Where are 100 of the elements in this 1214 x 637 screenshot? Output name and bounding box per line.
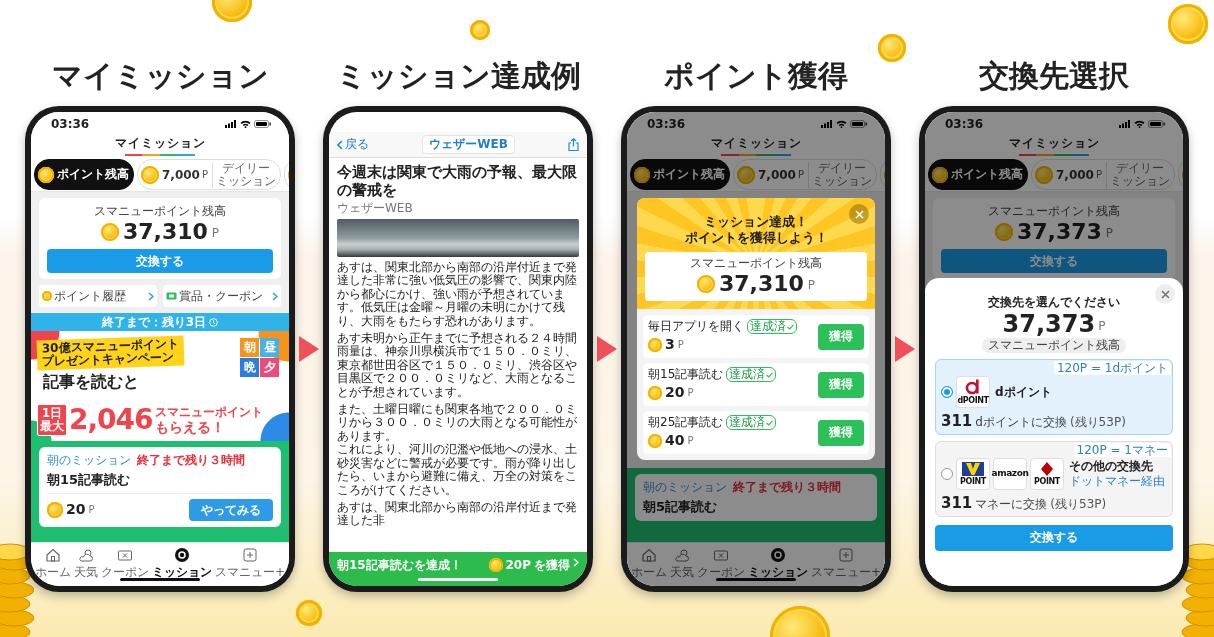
plus-icon (837, 547, 854, 563)
chevron-icon (272, 291, 278, 301)
filter-chip[interactable]: ポイント残高 (34, 159, 134, 190)
tab-bar-item[interactable]: 天気 (670, 547, 694, 580)
reward-points: 20 (66, 501, 86, 519)
menu-link[interactable]: ポイント履歴 (39, 285, 157, 307)
exchange-text: dポイントに交換 (975, 415, 1067, 430)
coin-icon (1168, 4, 1208, 44)
point-amount: 37,373 (1016, 218, 1102, 246)
tab-bar-item[interactable]: クーポン (100, 547, 149, 580)
status-time: 03:36 (647, 116, 686, 132)
back-icon (337, 139, 343, 150)
home-icon (45, 547, 61, 563)
campaign-ribbon: 30億スマニューポイント プレゼントキャンペーン (36, 335, 185, 371)
exchange-amount: 311 (941, 412, 973, 431)
tab-bar-item[interactable]: スマニュー+ (214, 547, 285, 580)
coin-icon (296, 600, 322, 626)
point-unit: P (687, 434, 694, 448)
banner-figure: 2,046 (69, 404, 153, 436)
option-via: ドットマネー経由 (1069, 473, 1165, 489)
coin-icon (38, 166, 54, 183)
banner-caption: スマニューポイント (154, 404, 263, 419)
achieved-badge: 達成済 (747, 319, 797, 334)
mission-name: 毎日アプリを開く (648, 319, 744, 334)
balance-label: スマニューポイント残高 (94, 204, 226, 219)
achieved-badge: 達成済 (726, 367, 777, 382)
plus-icon (241, 547, 258, 563)
filter-chip[interactable]: ポイント残高 (630, 159, 730, 190)
coin-icon (878, 34, 906, 62)
exchange-option[interactable]: 120P = 1dポイント dPOINT dポイント 311 dポイントに交換 (残り53P) (935, 359, 1173, 435)
remainder-text: (残り53P) (1069, 415, 1126, 430)
reward-text: 20P (505, 558, 531, 573)
coin-icon (488, 558, 503, 572)
title-underline (721, 154, 791, 156)
balance-label: スマニューポイント残高 (690, 256, 822, 271)
signal-icon (225, 120, 237, 128)
ticket-icon (116, 547, 133, 563)
coin-icon (648, 338, 662, 352)
radio-button[interactable] (941, 386, 953, 398)
screen-title: マイミッション (710, 136, 802, 151)
point-unit: P (677, 338, 684, 352)
mission-title: 朝5記事読む (643, 498, 719, 515)
exchange-text: マネーに交換 (975, 496, 1048, 512)
coin-icon (1035, 165, 1053, 184)
close-button[interactable] (1155, 284, 1175, 304)
mission-label: 朝のミッション (643, 480, 727, 495)
close-button[interactable] (849, 204, 869, 224)
share-icon[interactable] (568, 138, 579, 151)
exchange-button[interactable]: 交換する (47, 249, 273, 273)
tab-bar-item[interactable]: 天気 (74, 547, 98, 580)
check-icon (787, 323, 794, 330)
check-icon (766, 371, 774, 378)
time-tiles-drawing: 朝 昼 晩 夕 (240, 338, 279, 377)
point-amount: 37,310 (122, 218, 208, 246)
menu-link[interactable]: 賞品・クーポン (163, 285, 281, 307)
banner-headline: 記事を読むと (43, 372, 140, 391)
logo-mark-icon (1041, 461, 1053, 476)
article-paragraph: あすは、関東北部から南部の沿岸付近まで発達した非常に強い低気圧の影響で、関東内陸から都心にかけ、強い雨が予想されています。低気圧は金曜～月曜の未明にかけて残り、大雨をもたらす恐れがあります。 (337, 261, 578, 329)
status-time: 03:36 (945, 116, 984, 132)
sheet-title: 交換先を選んでください (988, 294, 1120, 310)
point-unit: P (1105, 226, 1114, 241)
home-icon (641, 547, 657, 563)
battery-icon (1148, 120, 1165, 128)
logo-caption: amazon (991, 469, 1029, 479)
filter-chip[interactable]: ポイント残高 (928, 159, 1028, 190)
exchange-option[interactable]: 120P = 1マネー POINT amazon POINT その他の交換先 ドットマネー経由 311 マネーに交換 (残り53P) (935, 440, 1173, 517)
article-paragraph: あす未明から正午までに予想される２４時間雨量は、神奈川県横浜市で１５０．０ミリ、東京都世田谷区で１５０．０ミリ、渋谷区や目黒区で２００．０ミリなど、大雨となることが予想されています。 (337, 332, 578, 400)
option-name: dポイント (995, 384, 1052, 400)
coin-icon (648, 386, 662, 400)
section-heading: ミッション達成例 (335, 57, 581, 95)
screen-title: マイミッション (114, 136, 206, 151)
exchange-button[interactable]: 交換する (935, 524, 1173, 551)
reward-points: 20 (665, 384, 685, 402)
close-icon (854, 209, 864, 219)
check-icon (766, 419, 774, 426)
battery-icon (254, 120, 271, 128)
tab-bar-item[interactable]: スマニュー+ (810, 547, 881, 580)
point-unit: P (807, 278, 816, 293)
coin-icon (141, 165, 159, 184)
logo-caption: POINT (960, 476, 986, 486)
point-amount: 37,310 (718, 270, 804, 298)
balance-tag: スマニューポイント残高 (982, 338, 1126, 353)
coin-icon (696, 275, 715, 293)
title-underline (125, 154, 195, 156)
back-button[interactable]: 戻る (337, 136, 369, 153)
section-heading: 交換先選択 (979, 57, 1129, 95)
status-time: 03:36 (51, 116, 90, 132)
site-name: ウェザーWEB (422, 135, 515, 154)
screen-title: マイミッション (1008, 136, 1100, 151)
circle-icon (769, 547, 786, 563)
mission-name: 朝25記事読む (648, 415, 724, 430)
countdown-text: 終了まで：残り3日 (101, 314, 207, 330)
try-button[interactable]: やってみる (189, 499, 273, 521)
mission-label: 朝のミッション (47, 453, 131, 468)
chevron-icon (573, 558, 579, 567)
tab-bar-item[interactable]: クーポン (696, 547, 745, 580)
ticket-icon (166, 292, 177, 300)
weather-icon (674, 547, 690, 563)
clock-icon (209, 317, 219, 327)
radio-button[interactable] (941, 467, 953, 480)
